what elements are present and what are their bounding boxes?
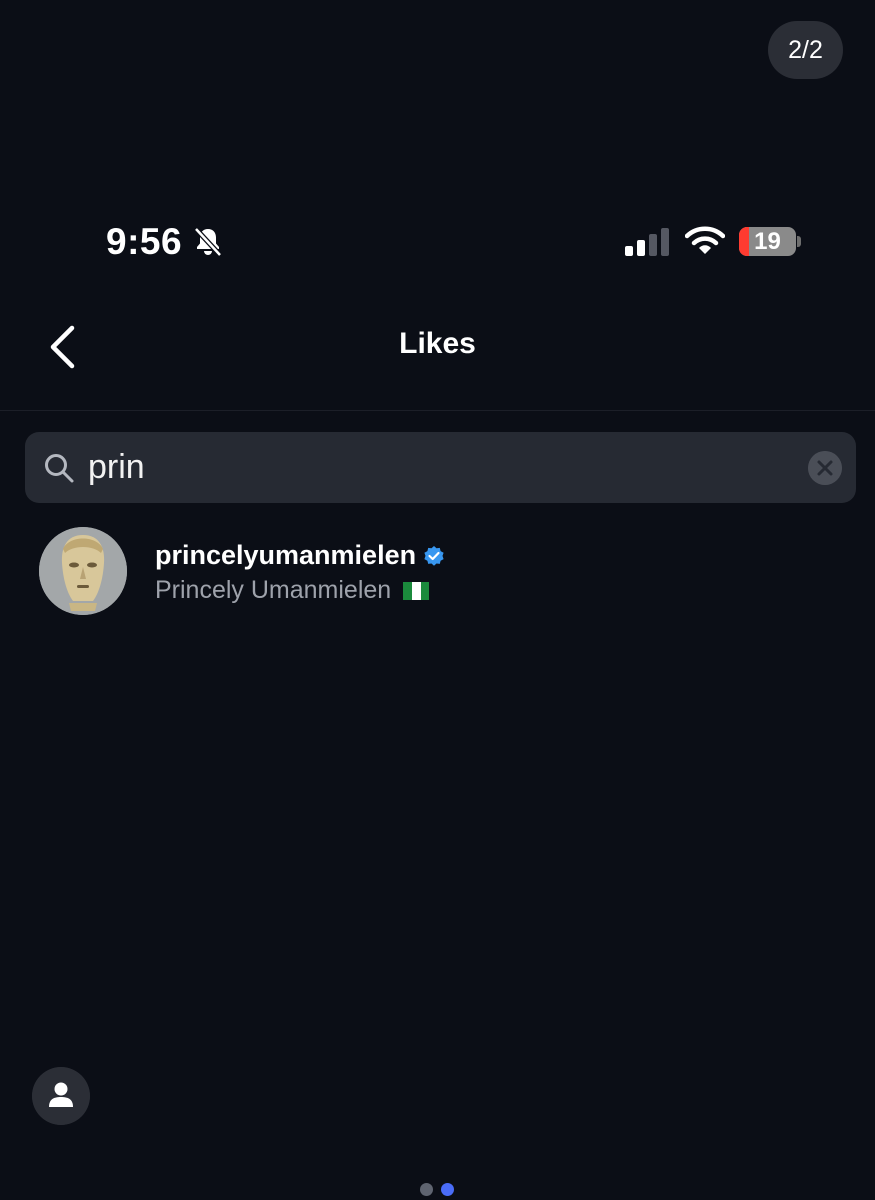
pager-dots	[420, 1183, 454, 1196]
page-title: Likes	[399, 327, 476, 360]
username-line: princelyumanmielen	[155, 540, 445, 571]
username: princelyumanmielen	[155, 540, 417, 570]
battery-tip	[797, 236, 801, 247]
search-bar[interactable]	[25, 432, 856, 503]
clear-x-icon[interactable]	[808, 451, 842, 485]
pager-dot-2-active[interactable]	[441, 1183, 454, 1196]
battery-icon: 19	[739, 227, 796, 256]
page-counter: 2/2	[768, 21, 843, 79]
profile-button[interactable]	[32, 1067, 90, 1125]
nigeria-flag-icon	[403, 581, 430, 600]
signal-icon	[625, 228, 669, 256]
full-name: Princely Umanmielen	[155, 576, 392, 604]
verified-badge-icon	[424, 545, 444, 566]
wifi-icon	[685, 226, 725, 254]
fullname-line: Princely Umanmielen	[155, 576, 430, 605]
search-input[interactable]	[88, 440, 788, 495]
avatar[interactable]	[39, 527, 127, 615]
list-item[interactable]: princelyumanmielen Princely Umanmielen	[0, 516, 875, 628]
header-divider	[0, 410, 875, 411]
battery-level-text: 19	[754, 227, 781, 255]
search-icon	[45, 454, 74, 483]
pager-dot-1[interactable]	[420, 1183, 433, 1196]
status-time: 9:56	[106, 221, 183, 262]
bell-slash-icon	[194, 227, 222, 257]
